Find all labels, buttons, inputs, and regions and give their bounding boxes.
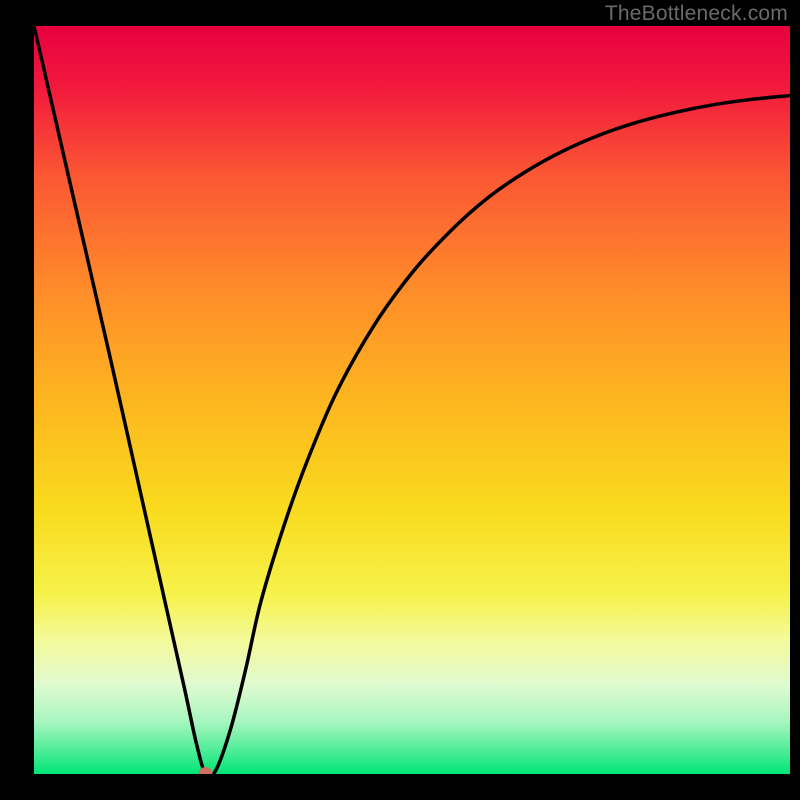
chart-frame: TheBottleneck.com	[0, 0, 800, 800]
watermark-text: TheBottleneck.com	[605, 2, 788, 26]
axis-border-right	[790, 0, 800, 800]
bottleneck-chart	[0, 0, 800, 800]
axis-border-left	[0, 0, 34, 800]
gradient-background	[34, 26, 790, 774]
axis-border-bottom	[0, 774, 800, 800]
